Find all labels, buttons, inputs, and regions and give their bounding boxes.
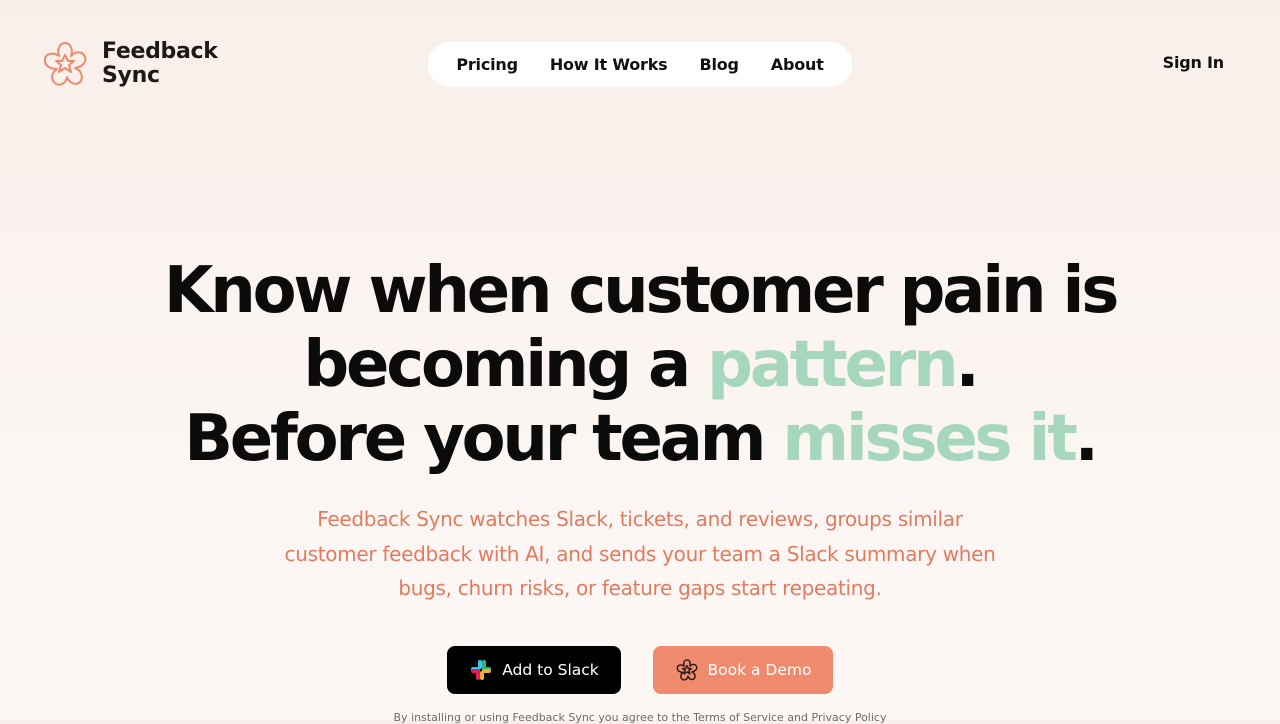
subtext-line-1: Feedback Sync watches Slack, tickets, an… bbox=[317, 507, 963, 531]
slack-icon bbox=[469, 658, 493, 682]
headline-line-1: Know when customer pain is bbox=[163, 254, 1119, 328]
nav-about[interactable]: About bbox=[771, 55, 824, 74]
sign-in-link[interactable]: Sign In bbox=[1163, 53, 1225, 72]
nav-pricing[interactable]: Pricing bbox=[456, 55, 518, 74]
logo-line-2: Sync bbox=[102, 63, 160, 88]
headline-line-2-period: . bbox=[955, 328, 979, 402]
nav-how-it-works[interactable]: How It Works bbox=[550, 55, 668, 74]
hero-subtext: Feedback Sync watches Slack, tickets, an… bbox=[240, 502, 1040, 606]
headline-line-3-text: Before your team bbox=[184, 402, 783, 476]
headline-line-2-text: becoming a bbox=[303, 328, 708, 402]
legal-notice: By installing or using Feedback Sync you… bbox=[393, 711, 887, 724]
logo-line-1: Feedback bbox=[102, 39, 218, 64]
headline-line-3-period: . bbox=[1074, 402, 1099, 476]
logo-wordmark: Feedback Sync bbox=[102, 40, 218, 88]
flower-logo-icon bbox=[675, 658, 699, 682]
book-demo-button[interactable]: Book a Demo bbox=[653, 646, 833, 694]
nav-blog[interactable]: Blog bbox=[699, 55, 739, 74]
subtext-line-3: bugs, churn risks, or feature gaps start… bbox=[398, 576, 882, 600]
flower-logo-icon bbox=[43, 42, 87, 86]
headline-accent-pattern: pattern bbox=[707, 328, 959, 402]
main-nav: Pricing How It Works Blog About bbox=[428, 42, 852, 87]
add-to-slack-button[interactable]: Add to Slack bbox=[447, 646, 621, 694]
hero-headline: Know when customer pain is becoming a pa… bbox=[0, 254, 1280, 476]
add-to-slack-label: Add to Slack bbox=[502, 661, 599, 679]
headline-line-3: Before your team misses it. bbox=[0, 402, 1280, 476]
headline-line-2: becoming a pattern. bbox=[0, 328, 1280, 402]
logo-link[interactable]: Feedback Sync bbox=[40, 39, 218, 89]
headline-accent-misses-it: misses it bbox=[782, 402, 1078, 476]
subtext-line-2: customer feedback with AI, and sends you… bbox=[284, 541, 996, 566]
book-demo-label: Book a Demo bbox=[707, 661, 812, 679]
